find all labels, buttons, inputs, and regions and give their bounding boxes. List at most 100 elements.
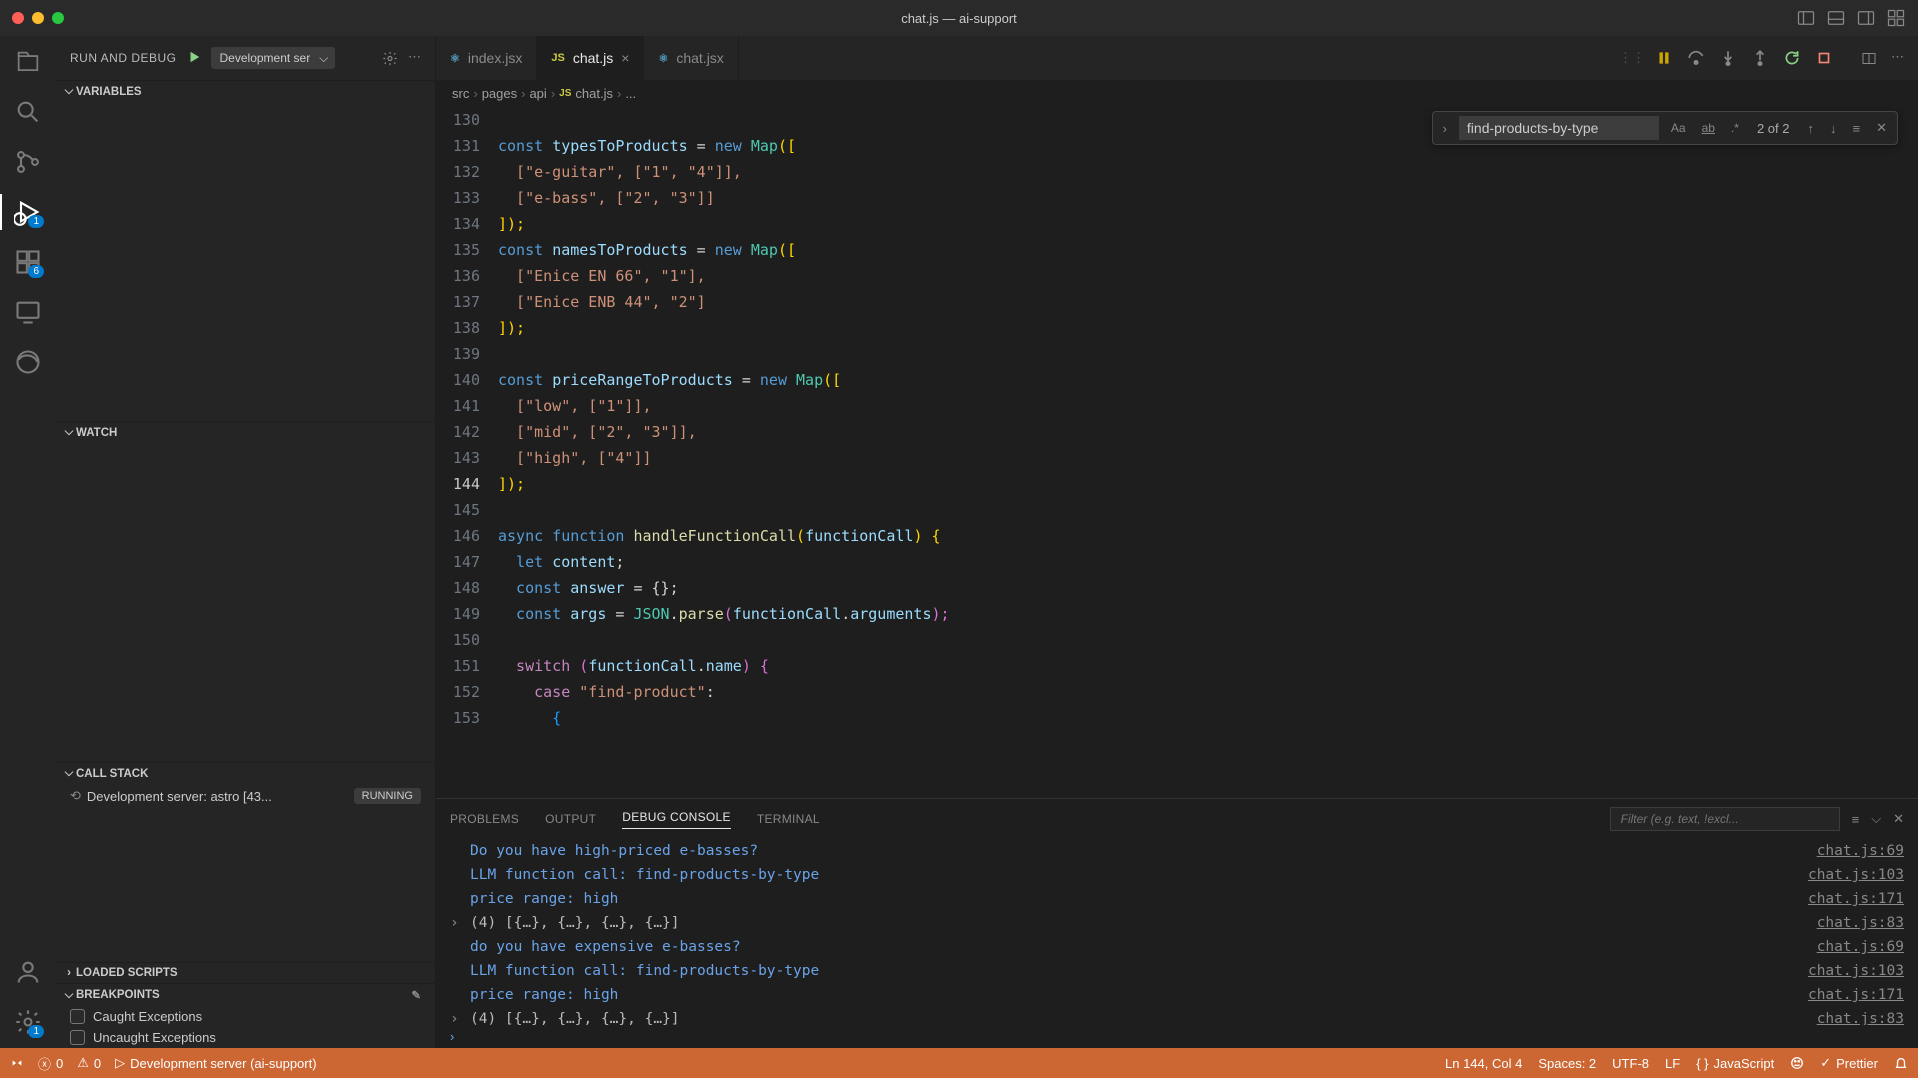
- editor-area: ⚛index.jsx JSchat.js× ⚛chat.jsx ⋮⋮ ⋯ src…: [436, 36, 1918, 1048]
- source-control-icon[interactable]: [14, 148, 42, 176]
- window-title: chat.js — ai-support: [901, 11, 1017, 26]
- debug-badge: 1: [28, 215, 44, 228]
- source-link[interactable]: chat.js:69: [1817, 839, 1904, 863]
- code-editor[interactable]: 1301311321331341351361371381391401411421…: [436, 107, 1918, 798]
- loaded-scripts-section-header[interactable]: ›LOADED SCRIPTS: [56, 963, 435, 983]
- cursor-position[interactable]: Ln 144, Col 4: [1445, 1056, 1522, 1071]
- close-icon[interactable]: ×: [621, 50, 629, 66]
- pause-icon[interactable]: [1655, 49, 1673, 67]
- debug-sidebar: RUN AND DEBUG Development ser ⌵ ⋯ ⌵VARIA…: [56, 36, 436, 1048]
- debug-toolbar: ⋮⋮: [1609, 49, 1847, 67]
- code-content[interactable]: const typesToProducts = new Map([ ["e-gu…: [498, 107, 1918, 798]
- layout-sidebar-left-icon[interactable]: [1796, 8, 1816, 28]
- split-editor-icon[interactable]: [1861, 49, 1877, 68]
- find-next-icon[interactable]: ↓: [1826, 121, 1841, 136]
- step-into-icon[interactable]: [1719, 49, 1737, 67]
- breakpoint-uncaught[interactable]: Uncaught Exceptions: [56, 1027, 435, 1048]
- run-debug-icon[interactable]: 1: [14, 198, 42, 226]
- tab-chat-js[interactable]: JSchat.js×: [537, 36, 644, 80]
- accounts-icon[interactable]: [14, 958, 42, 986]
- maximize-window-button[interactable]: [52, 12, 64, 24]
- prettier-status[interactable]: ✓ Prettier: [1820, 1055, 1878, 1071]
- callstack-item[interactable]: ⟲ Development server: astro [43... RUNNI…: [56, 784, 435, 808]
- restart-icon[interactable]: [1783, 49, 1801, 67]
- sidebar-title: RUN AND DEBUG: [70, 51, 177, 65]
- debug-session-status[interactable]: ▷ Development server (ai-support): [115, 1055, 316, 1071]
- drag-handle-icon[interactable]: ⋮⋮: [1623, 49, 1641, 67]
- settings-badge: 1: [28, 1025, 44, 1038]
- breakpoint-caught[interactable]: Caught Exceptions: [56, 1006, 435, 1027]
- source-link[interactable]: chat.js:171: [1808, 983, 1904, 1007]
- console-filter-input[interactable]: [1610, 807, 1840, 831]
- encoding[interactable]: UTF-8: [1612, 1056, 1649, 1071]
- edge-tools-icon[interactable]: [14, 348, 42, 376]
- stop-icon[interactable]: [1815, 49, 1833, 67]
- expand-icon[interactable]: ›: [450, 911, 470, 935]
- step-over-icon[interactable]: [1687, 49, 1705, 67]
- watch-section-header[interactable]: ⌵WATCH: [56, 422, 435, 443]
- variables-section-header[interactable]: ⌵VARIABLES: [56, 81, 435, 102]
- find-input[interactable]: [1459, 116, 1659, 140]
- expand-icon[interactable]: ›: [450, 1007, 470, 1025]
- search-icon[interactable]: [14, 98, 42, 126]
- source-link[interactable]: chat.js:83: [1817, 911, 1904, 935]
- find-close-icon[interactable]: ✕: [1872, 120, 1891, 136]
- source-link[interactable]: chat.js:69: [1817, 935, 1904, 959]
- editor-tabs: ⚛index.jsx JSchat.js× ⚛chat.jsx ⋮⋮ ⋯: [436, 36, 1918, 80]
- source-link[interactable]: chat.js:103: [1808, 863, 1904, 887]
- feedback-icon[interactable]: [1790, 1056, 1804, 1070]
- close-panel-icon[interactable]: ✕: [1893, 811, 1904, 827]
- breadcrumb[interactable]: src› pages› api› JS chat.js› ...: [436, 80, 1918, 107]
- step-out-icon[interactable]: [1751, 49, 1769, 67]
- eol[interactable]: LF: [1665, 1056, 1680, 1071]
- language-mode[interactable]: { } JavaScript: [1696, 1056, 1774, 1071]
- start-debug-icon[interactable]: [187, 50, 201, 67]
- warnings-count[interactable]: ⚠ 0: [77, 1055, 101, 1071]
- panel-tab-terminal[interactable]: TERMINAL: [757, 812, 820, 826]
- tab-chat-jsx[interactable]: ⚛chat.jsx: [644, 36, 738, 80]
- find-prev-icon[interactable]: ↑: [1804, 121, 1819, 136]
- whole-word-icon[interactable]: ab: [1698, 119, 1719, 137]
- checkbox[interactable]: [70, 1009, 85, 1024]
- extensions-icon[interactable]: 6: [14, 248, 42, 276]
- layout-panel-icon[interactable]: [1826, 8, 1846, 28]
- panel-tab-output[interactable]: OUTPUT: [545, 812, 596, 826]
- indentation[interactable]: Spaces: 2: [1538, 1056, 1596, 1071]
- notifications-icon[interactable]: [1894, 1056, 1908, 1070]
- source-link[interactable]: chat.js:83: [1817, 1007, 1904, 1025]
- source-link[interactable]: chat.js:103: [1808, 959, 1904, 983]
- gear-icon[interactable]: [382, 49, 398, 68]
- find-selection-icon[interactable]: ≡: [1849, 121, 1865, 136]
- tab-index[interactable]: ⚛index.jsx: [436, 36, 537, 80]
- more-actions-icon[interactable]: ⋯: [1891, 49, 1904, 68]
- checkbox[interactable]: [70, 1030, 85, 1045]
- clear-console-icon[interactable]: ≡: [1852, 812, 1860, 827]
- debug-config-select[interactable]: Development ser ⌵: [211, 47, 336, 69]
- find-expand-icon[interactable]: ›: [1439, 121, 1451, 136]
- window-controls: [12, 12, 64, 24]
- close-window-button[interactable]: [12, 12, 24, 24]
- callstack-section-header[interactable]: ⌵CALL STACK: [56, 763, 435, 784]
- regex-icon[interactable]: .*: [1727, 119, 1743, 137]
- debug-console[interactable]: Do you have high-priced e-basses?chat.js…: [436, 839, 1918, 1025]
- remote-explorer-icon[interactable]: [14, 298, 42, 326]
- source-link[interactable]: chat.js:171: [1808, 887, 1904, 911]
- settings-gear-icon[interactable]: 1: [14, 1008, 42, 1036]
- edit-icon[interactable]: ✎: [411, 988, 429, 1002]
- errors-count[interactable]: ⓧ 0: [38, 1054, 63, 1073]
- layout-sidebar-right-icon[interactable]: [1856, 8, 1876, 28]
- titlebar: chat.js — ai-support: [0, 0, 1918, 36]
- panel-tab-problems[interactable]: PROBLEMS: [450, 812, 519, 826]
- explorer-icon[interactable]: [14, 48, 42, 76]
- minimize-window-button[interactable]: [32, 12, 44, 24]
- console-input[interactable]: ›: [436, 1025, 1918, 1048]
- match-case-icon[interactable]: Aa: [1667, 119, 1690, 137]
- customize-layout-icon[interactable]: [1886, 8, 1906, 28]
- line-numbers: 1301311321331341351361371381391401411421…: [436, 107, 498, 798]
- collapse-panel-icon[interactable]: ⌵: [1871, 811, 1881, 827]
- react-icon: ⚛: [658, 52, 668, 65]
- panel-tab-debug-console[interactable]: DEBUG CONSOLE: [622, 810, 731, 829]
- more-icon[interactable]: ⋯: [408, 49, 421, 68]
- breakpoints-section-header[interactable]: ⌵BREAKPOINTS✎: [56, 984, 435, 1006]
- remote-indicator[interactable]: [10, 1056, 24, 1070]
